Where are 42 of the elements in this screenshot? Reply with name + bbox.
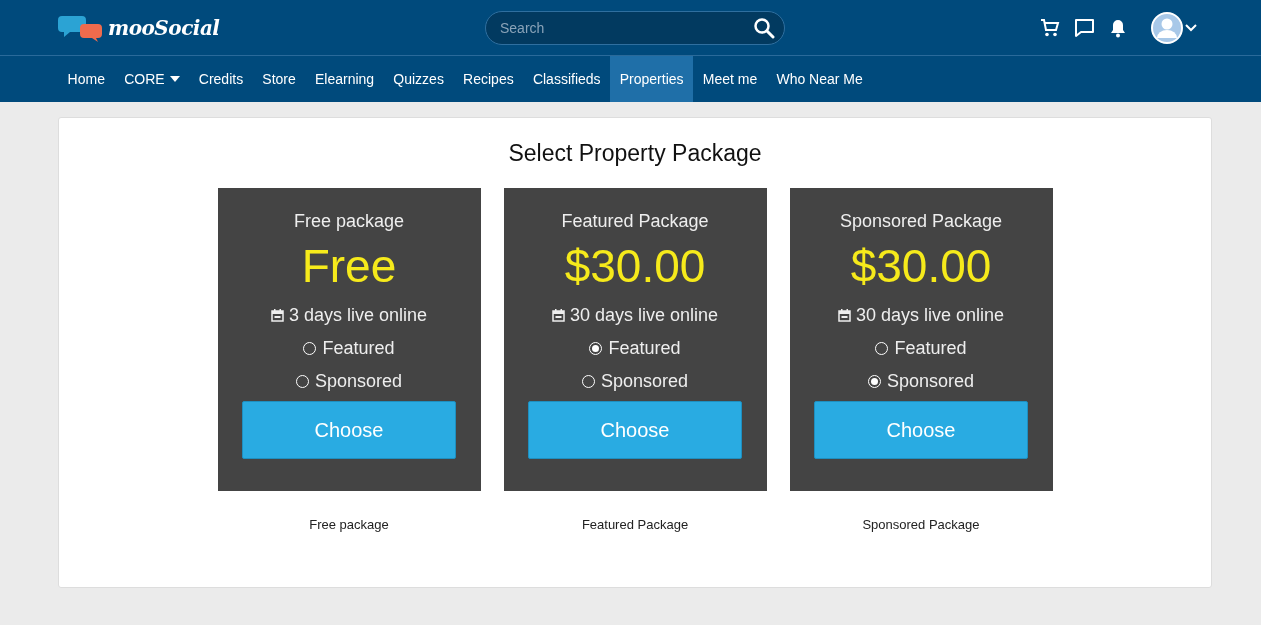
- logo-icon: [58, 13, 104, 42]
- avatar-icon[interactable]: [1151, 11, 1183, 44]
- package-caption: Free package: [309, 517, 389, 532]
- duration-text: 30 days live online: [569, 305, 719, 326]
- nav-tab[interactable]: Quizzes: [383, 56, 454, 102]
- nav-tab[interactable]: Elearning: [305, 56, 384, 102]
- nav-tab[interactable]: Store: [252, 56, 306, 102]
- nav-tab[interactable]: Properties: [610, 56, 694, 102]
- bell-icon[interactable]: [1109, 17, 1127, 38]
- package-name: Free package: [293, 211, 405, 232]
- calendar-icon: [551, 309, 565, 322]
- search-field[interactable]: Search: [485, 10, 785, 45]
- option-label: Featured: [608, 338, 681, 359]
- nav-tab[interactable]: CORE: [114, 56, 190, 102]
- package-caption: Sponsored Package: [862, 517, 980, 532]
- calendar-icon: [270, 309, 284, 322]
- option-label: Sponsored: [886, 371, 975, 392]
- chat-icon[interactable]: [1074, 17, 1095, 38]
- package-caption: Featured Package: [581, 517, 689, 532]
- duration-text: 3 days live online: [288, 305, 428, 326]
- search-icon[interactable]: [753, 16, 775, 39]
- nav-tab[interactable]: Classifieds: [523, 56, 611, 102]
- package-price: Free: [301, 239, 397, 294]
- nav-tab[interactable]: Who Near Me: [766, 56, 873, 102]
- option-label: Sponsored: [314, 371, 403, 392]
- package-price: $30.00: [564, 239, 706, 294]
- logo-text[interactable]: mooSocial: [108, 15, 220, 40]
- calendar-icon: [837, 309, 851, 322]
- option-label: Featured: [322, 338, 395, 359]
- nav-tab[interactable]: Credits: [189, 56, 253, 102]
- nav-tab[interactable]: Home: [58, 56, 115, 102]
- package-name: Featured Package: [561, 211, 709, 232]
- option-label: Featured: [894, 338, 967, 359]
- package-price: $30.00: [850, 239, 992, 294]
- nav-tab[interactable]: Recipes: [453, 56, 524, 102]
- nav-tab[interactable]: Meet me: [693, 56, 767, 102]
- option-label: Sponsored: [600, 371, 689, 392]
- page-title: Select Property Package: [507, 140, 763, 167]
- duration-text: 30 days live online: [855, 305, 1005, 326]
- package-name: Sponsored Package: [839, 211, 1003, 232]
- chevron-down-icon[interactable]: [1185, 23, 1197, 32]
- cart-icon[interactable]: [1040, 17, 1060, 38]
